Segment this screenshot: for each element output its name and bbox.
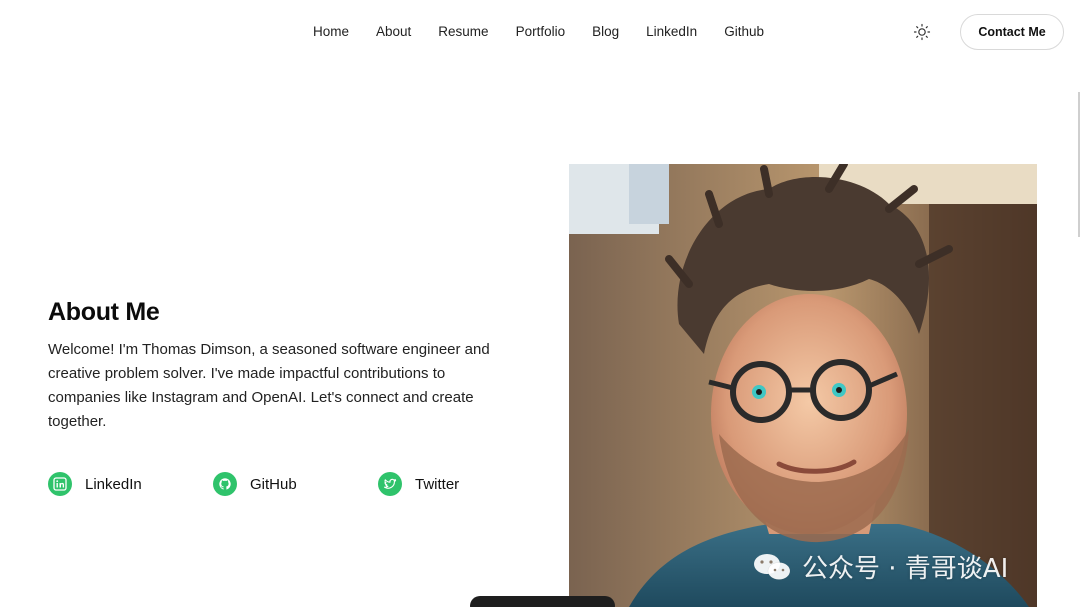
- nav-link-linkedin[interactable]: LinkedIn: [646, 22, 697, 42]
- about-title: About Me: [48, 298, 160, 326]
- portrait-photo: [569, 164, 1037, 607]
- social-link-github[interactable]: GitHub: [213, 472, 378, 496]
- nav-link-home[interactable]: Home: [313, 22, 349, 42]
- social-label-linkedin: LinkedIn: [85, 475, 142, 493]
- bottom-dock[interactable]: [470, 596, 615, 607]
- watermark: 公众号 · 青哥谈AI: [752, 548, 1008, 585]
- linkedin-icon: [48, 472, 72, 496]
- social-link-twitter[interactable]: Twitter: [378, 472, 459, 496]
- watermark-text: 公众号 · 青哥谈AI: [802, 554, 1009, 584]
- nav-links: Home About Resume Portfolio Blog LinkedI…: [313, 22, 764, 42]
- nav-link-blog[interactable]: Blog: [592, 22, 619, 42]
- nav-link-about[interactable]: About: [376, 22, 411, 42]
- sun-icon[interactable]: [913, 23, 931, 41]
- social-links: LinkedIn GitHub Twitter: [48, 472, 459, 496]
- social-link-linkedin[interactable]: LinkedIn: [48, 472, 213, 496]
- contact-me-button[interactable]: Contact Me: [960, 14, 1064, 50]
- social-label-twitter: Twitter: [415, 475, 460, 493]
- twitter-icon: [378, 472, 402, 496]
- nav-link-resume[interactable]: Resume: [438, 22, 488, 42]
- top-nav: Home About Resume Portfolio Blog LinkedI…: [0, 0, 1080, 64]
- wechat-icon: [754, 553, 791, 580]
- about-description: Welcome! I'm Thomas Dimson, a seasoned s…: [48, 341, 490, 430]
- social-label-github: GitHub: [250, 475, 297, 493]
- nav-link-github[interactable]: Github: [724, 22, 764, 42]
- github-icon: [213, 472, 237, 496]
- nav-link-portfolio[interactable]: Portfolio: [516, 22, 566, 42]
